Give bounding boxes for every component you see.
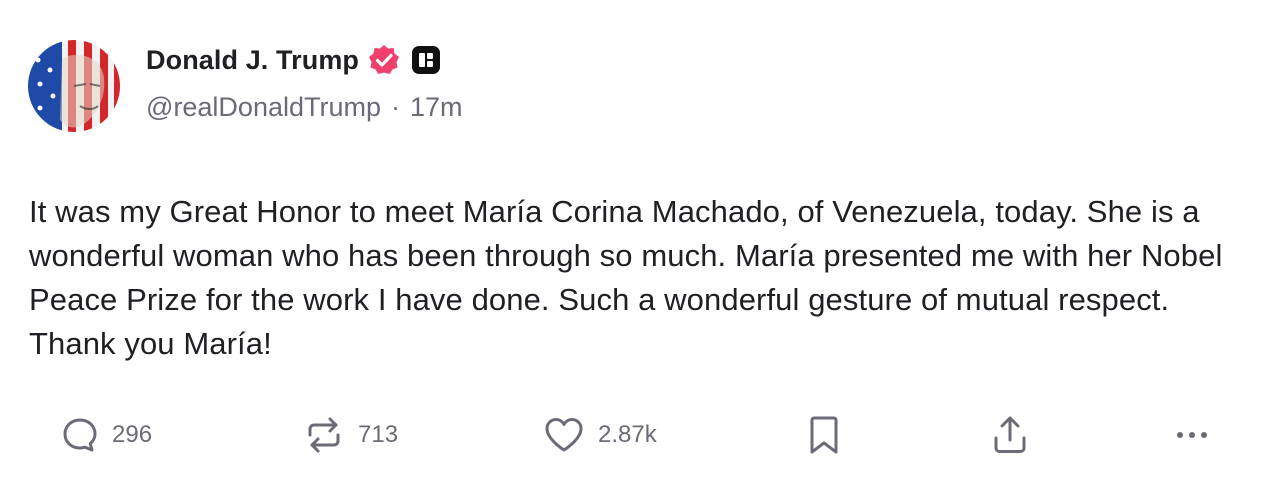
avatar[interactable]: [28, 40, 120, 132]
post-text: It was my Great Honor to meet María Cori…: [29, 194, 1223, 361]
like-count: 2.87k: [598, 421, 657, 448]
reply-button[interactable]: 296: [60, 414, 152, 456]
affiliate-badge-icon: [409, 43, 443, 77]
author-handle[interactable]: @realDonaldTrump: [146, 92, 381, 123]
repost-count: 713: [358, 421, 399, 448]
reply-count: 296: [112, 421, 153, 448]
author-name-row: Donald J. Trump: [146, 42, 443, 78]
like-button[interactable]: 2.87k: [542, 414, 657, 456]
meta-separator: ·: [391, 92, 400, 122]
avatar-image: [28, 40, 120, 132]
post-card: Donald J. Trump @realDonaldTrump · 17m I…: [0, 0, 1280, 502]
author-display-name[interactable]: Donald J. Trump: [146, 45, 359, 76]
share-button[interactable]: [990, 414, 1030, 456]
author-meta-row: @realDonaldTrump · 17m: [146, 92, 463, 123]
bookmark-button[interactable]: [806, 414, 842, 456]
repost-icon: [308, 417, 340, 453]
bookmark-icon: [810, 416, 838, 454]
heart-icon: [545, 418, 583, 452]
share-icon: [994, 416, 1026, 453]
post-timestamp[interactable]: 17m: [410, 92, 463, 123]
comment-icon: [63, 418, 97, 452]
repost-button[interactable]: 713: [302, 414, 398, 456]
verified-badge-icon: [367, 43, 401, 77]
more-icon: [1177, 432, 1207, 438]
more-options-button[interactable]: [1170, 414, 1214, 456]
